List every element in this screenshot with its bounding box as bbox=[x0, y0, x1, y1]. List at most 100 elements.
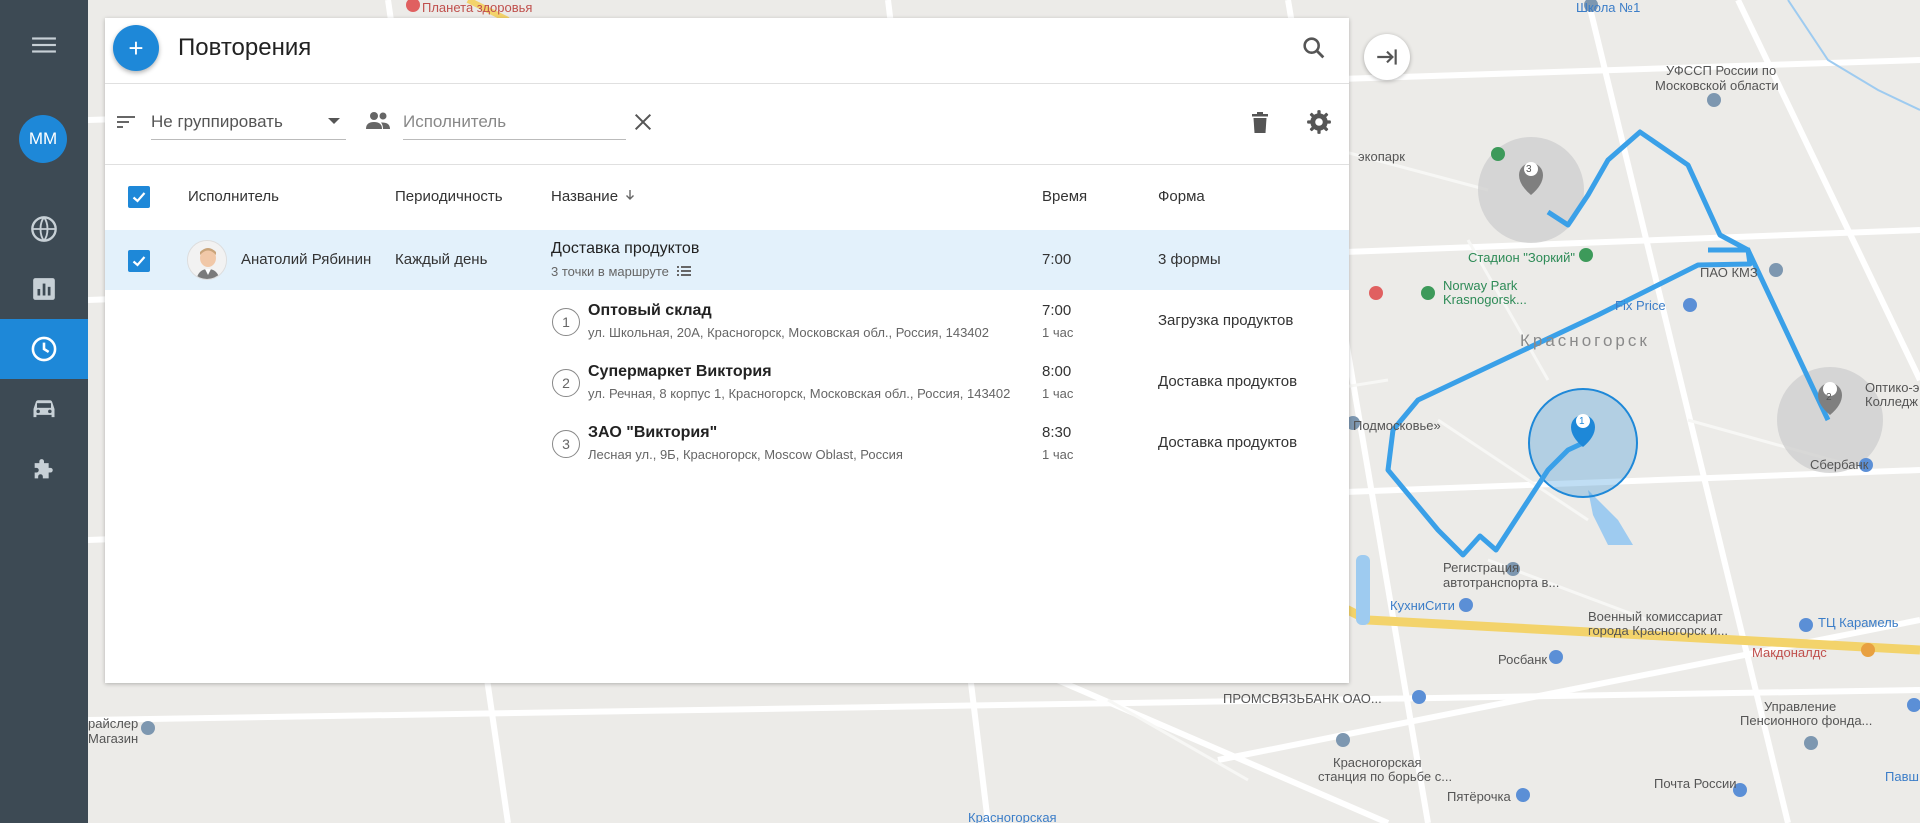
map-label-rosbank: Росбанк bbox=[1498, 652, 1548, 667]
stop-name: Оптовый склад bbox=[588, 302, 712, 319]
puzzle-icon bbox=[34, 459, 53, 479]
sidebar-item-reports[interactable] bbox=[0, 259, 88, 319]
panel-header: + Повторения bbox=[105, 18, 1349, 84]
sidebar: ММ bbox=[0, 0, 88, 823]
row-periodicity: Каждый день bbox=[395, 251, 488, 268]
map-marker-3[interactable]: 3 bbox=[1526, 162, 1532, 177]
stop-address: ул. Речная, 8 корпус 1, Красногорск, Мос… bbox=[588, 386, 1011, 401]
people-icon-wrapper bbox=[363, 106, 393, 136]
plus-icon: + bbox=[128, 32, 144, 63]
stop-form: Доставка продуктов bbox=[1158, 373, 1298, 390]
page-title: Повторения bbox=[178, 34, 312, 61]
column-header-name[interactable]: Название bbox=[551, 188, 636, 205]
row-route-info: 3 точки в маршруте bbox=[551, 264, 691, 279]
sidebar-item-map[interactable] bbox=[0, 199, 88, 259]
map-marker-2[interactable]: 2 bbox=[1826, 390, 1832, 405]
table-row[interactable]: Анатолий Рябинин Каждый день Доставка пр… bbox=[105, 230, 1349, 290]
map-label-upravlenie: Управление bbox=[1764, 699, 1837, 714]
collapse-panel-button[interactable] bbox=[1364, 34, 1410, 80]
sidebar-item-vehicles[interactable] bbox=[0, 379, 88, 439]
search-icon bbox=[1303, 37, 1325, 59]
map-label-city: Красногорск bbox=[1520, 331, 1650, 350]
map-label-pyaterochka: Пятёрочка bbox=[1447, 789, 1511, 804]
stop-address: ул. Школьная, 20А, Красногорск, Московск… bbox=[588, 325, 990, 340]
select-all-checkbox[interactable] bbox=[128, 186, 150, 208]
route-stop[interactable]: 1 Оптовый склад ул. Школьная, 20А, Красн… bbox=[105, 290, 1349, 351]
column-header-name-label: Название bbox=[551, 188, 619, 205]
assignee-filter-input[interactable] bbox=[403, 104, 626, 140]
check-icon bbox=[132, 192, 146, 203]
menu-button[interactable] bbox=[0, 15, 88, 75]
check-icon bbox=[132, 256, 146, 267]
route-info-text: 3 точки в маршруте bbox=[551, 264, 669, 279]
row-form: 3 формы bbox=[1158, 251, 1221, 268]
people-icon bbox=[366, 112, 390, 129]
hamburger-icon bbox=[32, 37, 56, 53]
column-header-assignee[interactable]: Исполнитель bbox=[188, 188, 279, 205]
map-label-mcd: Макдоналдс bbox=[1752, 645, 1827, 660]
map-label-stadion: Стадион "Зоркий" bbox=[1468, 250, 1576, 265]
sidebar-item-repeats[interactable] bbox=[0, 319, 88, 379]
map-label-pochta: Почта России bbox=[1654, 776, 1737, 791]
gear-icon bbox=[1307, 110, 1331, 134]
table-header: Исполнитель Периодичность Название Время… bbox=[105, 166, 1349, 230]
stop-address: Лесная ул., 9Б, Красногорск, Moscow Obla… bbox=[588, 447, 903, 462]
row-assignee: Анатолий Рябинин bbox=[241, 251, 372, 268]
filter-toolbar: Не группировать bbox=[105, 84, 1349, 165]
sort-icon-wrapper bbox=[113, 108, 141, 136]
arrow-down-icon bbox=[626, 190, 635, 200]
arrow-to-right-icon bbox=[1377, 49, 1397, 65]
stop-number: 3 bbox=[552, 430, 580, 458]
map-label-uffsp: УФССП России по bbox=[1666, 63, 1777, 78]
stop-duration: 1 час bbox=[1042, 447, 1074, 462]
column-header-form[interactable]: Форма bbox=[1158, 188, 1205, 205]
car-icon bbox=[33, 400, 55, 418]
settings-button[interactable] bbox=[1304, 107, 1334, 137]
stop-duration: 1 час bbox=[1042, 386, 1074, 401]
map-label-podmoskovye: Подмосковье» bbox=[1353, 418, 1441, 433]
map-label-ekopark: экопарк bbox=[1358, 149, 1405, 164]
add-button[interactable]: + bbox=[113, 25, 159, 71]
map-label-voenkomat: Военный комиссариат bbox=[1588, 609, 1723, 624]
map-label-optiko: Оптико-э bbox=[1865, 380, 1920, 395]
person-photo-icon bbox=[188, 241, 226, 279]
chevron-down-icon bbox=[328, 118, 340, 124]
list-icon[interactable] bbox=[676, 265, 691, 277]
sidebar-item-integrations[interactable] bbox=[0, 439, 88, 499]
row-checkbox[interactable] bbox=[128, 250, 150, 272]
map-label-registracia: Регистрация bbox=[1443, 560, 1519, 575]
clear-filter-button[interactable] bbox=[629, 108, 657, 136]
map-label-pao: ПАО КМЗ bbox=[1700, 265, 1758, 280]
group-by-select[interactable]: Не группировать bbox=[151, 104, 346, 140]
stop-name: Супермаркет Виктория bbox=[588, 363, 772, 380]
map-label-kukhni: КухниСити bbox=[1390, 598, 1455, 613]
map-label-krasnogorskaya: Красногорская bbox=[968, 810, 1057, 823]
row-time: 7:00 bbox=[1042, 251, 1072, 268]
map-label-avtotransport: автотранспорта в... bbox=[1443, 575, 1560, 590]
sort-icon bbox=[117, 116, 135, 128]
group-by-value: Не группировать bbox=[151, 112, 283, 131]
stop-form: Загрузка продуктов bbox=[1158, 312, 1294, 329]
map-label-promsvyaz: ПРОМСВЯЗЬБАНК ОАО... bbox=[1223, 691, 1382, 706]
route-stop[interactable]: 3 ЗАО "Виктория" Лесная ул., 9Б, Красног… bbox=[105, 412, 1349, 473]
stop-number: 2 bbox=[552, 369, 580, 397]
stop-time: 7:00 bbox=[1042, 302, 1072, 319]
column-header-time[interactable]: Время bbox=[1042, 188, 1087, 205]
map-marker-1[interactable]: 1 bbox=[1579, 414, 1585, 429]
search-button[interactable] bbox=[1300, 34, 1328, 62]
map-label-pavsh: Павш bbox=[1885, 769, 1919, 784]
route-stop[interactable]: 2 Супермаркет Виктория ул. Речная, 8 кор… bbox=[105, 351, 1349, 412]
map-label-magazin: Магазин bbox=[88, 731, 139, 746]
map-label-tc: ТЦ Карамель bbox=[1818, 615, 1899, 630]
delete-button[interactable] bbox=[1245, 108, 1275, 138]
map-label-norway2: Krasnogorsk... bbox=[1443, 292, 1527, 307]
map-label-sberbank: Сбербанк bbox=[1810, 457, 1869, 472]
map-label-kolledzh: Колледж bbox=[1865, 394, 1918, 409]
stop-time: 8:00 bbox=[1042, 363, 1072, 380]
map-label-upravlenie2: Пенсионного фонда... bbox=[1740, 713, 1873, 728]
map-label-shkola: Школа №1 bbox=[1576, 0, 1641, 15]
column-header-periodicity[interactable]: Периодичность bbox=[395, 188, 503, 205]
trash-icon bbox=[1252, 112, 1268, 133]
user-avatar[interactable]: ММ bbox=[19, 115, 67, 163]
close-icon bbox=[634, 113, 652, 131]
